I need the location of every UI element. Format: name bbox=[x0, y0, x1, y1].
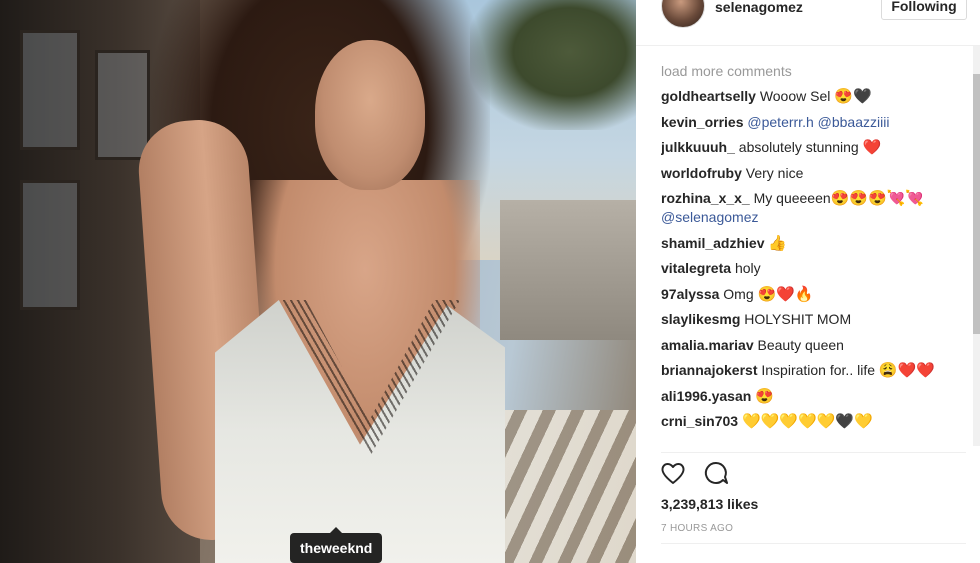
comment-item: rozhina_x_x_ My queeeen😍😍😍💘💘 @selenagome… bbox=[661, 186, 961, 231]
comment-username[interactable]: crni_sin703 bbox=[661, 413, 738, 429]
photo-window bbox=[20, 180, 80, 310]
comment-item: worldofruby Very nice bbox=[661, 161, 961, 187]
avatar[interactable] bbox=[661, 0, 705, 28]
comment-username[interactable]: ali1996.yasan bbox=[661, 388, 751, 404]
comments-list: load more comments goldheartselly Wooow … bbox=[661, 62, 961, 452]
comment-username[interactable]: rozhina_x_x_ bbox=[661, 190, 750, 206]
comment-username[interactable]: shamil_adzhiev bbox=[661, 235, 765, 251]
comment-emoji: 😍😍😍💘💘 bbox=[830, 190, 925, 207]
divider bbox=[661, 452, 966, 453]
photo-face bbox=[315, 40, 425, 190]
divider bbox=[661, 543, 966, 544]
photo-window bbox=[95, 50, 150, 160]
comment-item: briannajokerst Inspiration for.. life 😩❤… bbox=[661, 358, 961, 384]
comment-text: Inspiration for.. life bbox=[761, 362, 875, 378]
comments-scrollbar[interactable] bbox=[973, 46, 980, 446]
comment-text: Beauty queen bbox=[757, 336, 844, 353]
comment-username[interactable]: 97alyssa bbox=[661, 286, 719, 302]
comment-text: Very nice bbox=[745, 164, 804, 181]
photo-window bbox=[20, 30, 80, 150]
comment-username[interactable]: goldheartselly bbox=[661, 88, 756, 104]
user-tag[interactable]: theweeknd bbox=[290, 527, 383, 563]
comment-mentions[interactable]: @peterrr.h @bbaazziiii bbox=[747, 114, 889, 130]
comment-text: holy bbox=[734, 260, 761, 276]
comment-item: 97alyssa Omg 😍❤️🔥 bbox=[661, 282, 961, 308]
comment-username[interactable]: slaylikesmg bbox=[661, 311, 740, 327]
comment-username[interactable]: vitalegreta bbox=[661, 260, 731, 276]
post-timestamp[interactable]: 7 HOURS AGO bbox=[661, 523, 733, 534]
following-button[interactable]: Following bbox=[881, 0, 967, 20]
comment-text: HOLYSHIT MOM bbox=[744, 311, 852, 327]
comment-username[interactable]: briannajokerst bbox=[661, 362, 757, 378]
post-side-panel: selenagomez Following load more comments… bbox=[636, 0, 980, 563]
comment-emoji: 😍 bbox=[755, 387, 774, 405]
photo-building-right bbox=[500, 200, 636, 340]
comment-text: My queeeen bbox=[753, 190, 831, 206]
comment-item: julkkuuuh_ absolutely stunning ❤️ bbox=[661, 135, 961, 161]
header-username[interactable]: selenagomez bbox=[715, 0, 803, 14]
comment-emoji: 💛💛💛💛💛🖤💛 bbox=[741, 413, 873, 430]
comment-username[interactable]: amalia.mariav bbox=[661, 337, 754, 353]
comment-emoji: 😍🖤 bbox=[834, 88, 872, 105]
comment-item: shamil_adzhiev 👍 bbox=[661, 231, 961, 257]
comment-item: goldheartselly Wooow Sel 😍🖤 bbox=[661, 84, 961, 110]
heart-icon[interactable] bbox=[658, 458, 688, 488]
photo-tree bbox=[470, 0, 636, 130]
scrollbar-thumb[interactable] bbox=[973, 74, 980, 334]
post-photo[interactable]: theweeknd bbox=[0, 0, 636, 563]
comment-username[interactable]: worldofruby bbox=[661, 165, 742, 181]
comment-emoji: ❤️ bbox=[862, 139, 882, 156]
comment-username[interactable]: julkkuuuh_ bbox=[661, 139, 735, 155]
comment-bubble-icon[interactable] bbox=[701, 458, 731, 488]
comment-emoji: 👍 bbox=[768, 234, 788, 252]
comment-text: Omg bbox=[723, 285, 754, 302]
comment-item: slaylikesmg HOLYSHIT MOM bbox=[661, 307, 961, 333]
comment-item: kevin_orries @peterrr.h @bbaazziiii bbox=[661, 110, 961, 136]
post-header: selenagomez Following bbox=[636, 0, 980, 46]
comment-text: absolutely stunning bbox=[738, 139, 859, 155]
comment-text: Wooow Sel bbox=[759, 88, 831, 104]
comment-item: amalia.mariav Beauty queen bbox=[661, 333, 961, 359]
comment-username[interactable]: kevin_orries bbox=[661, 114, 744, 130]
comment-mention[interactable]: @selenagomez bbox=[661, 209, 759, 225]
load-more-comments-link[interactable]: load more comments bbox=[661, 62, 961, 84]
comment-emoji: 😩❤️❤️ bbox=[878, 362, 935, 379]
comment-item: vitalegreta holy bbox=[661, 256, 961, 282]
comment-emoji: 😍❤️🔥 bbox=[757, 285, 814, 303]
comment-item: crni_sin703 💛💛💛💛💛🖤💛 bbox=[661, 409, 961, 435]
comment-item: ali1996.yasan 😍 bbox=[661, 384, 961, 410]
likes-count[interactable]: 3,239,813 likes bbox=[661, 496, 758, 512]
